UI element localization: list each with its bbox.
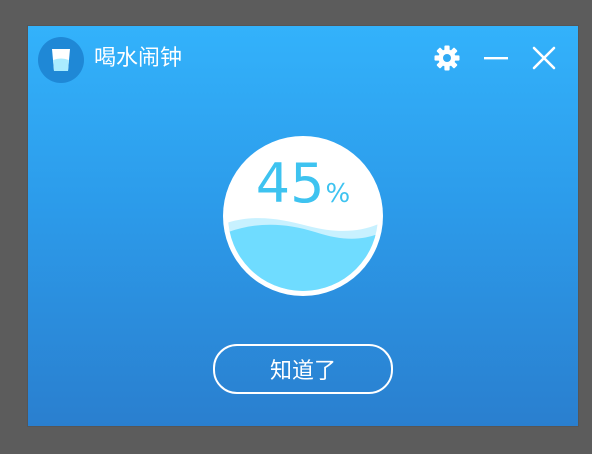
water-progress-gauge: 45% [223, 136, 383, 296]
close-button[interactable] [528, 44, 560, 76]
app-title: 喝水闹钟 [94, 46, 183, 71]
minimize-button[interactable] [480, 44, 512, 76]
gear-icon [433, 44, 461, 76]
ok-button[interactable]: 知道了 [213, 344, 393, 394]
percent-unit: % [325, 179, 351, 209]
close-icon [531, 45, 557, 75]
settings-button[interactable] [431, 44, 463, 76]
water-glass-icon [38, 37, 84, 83]
percent-readout: 45% [223, 152, 383, 216]
title-bar[interactable]: 喝水闹钟 [28, 26, 578, 94]
percent-value: 45 [255, 152, 325, 215]
app-window: 喝水闹钟 45% 知道了 [28, 26, 578, 426]
minimize-icon [483, 45, 509, 75]
